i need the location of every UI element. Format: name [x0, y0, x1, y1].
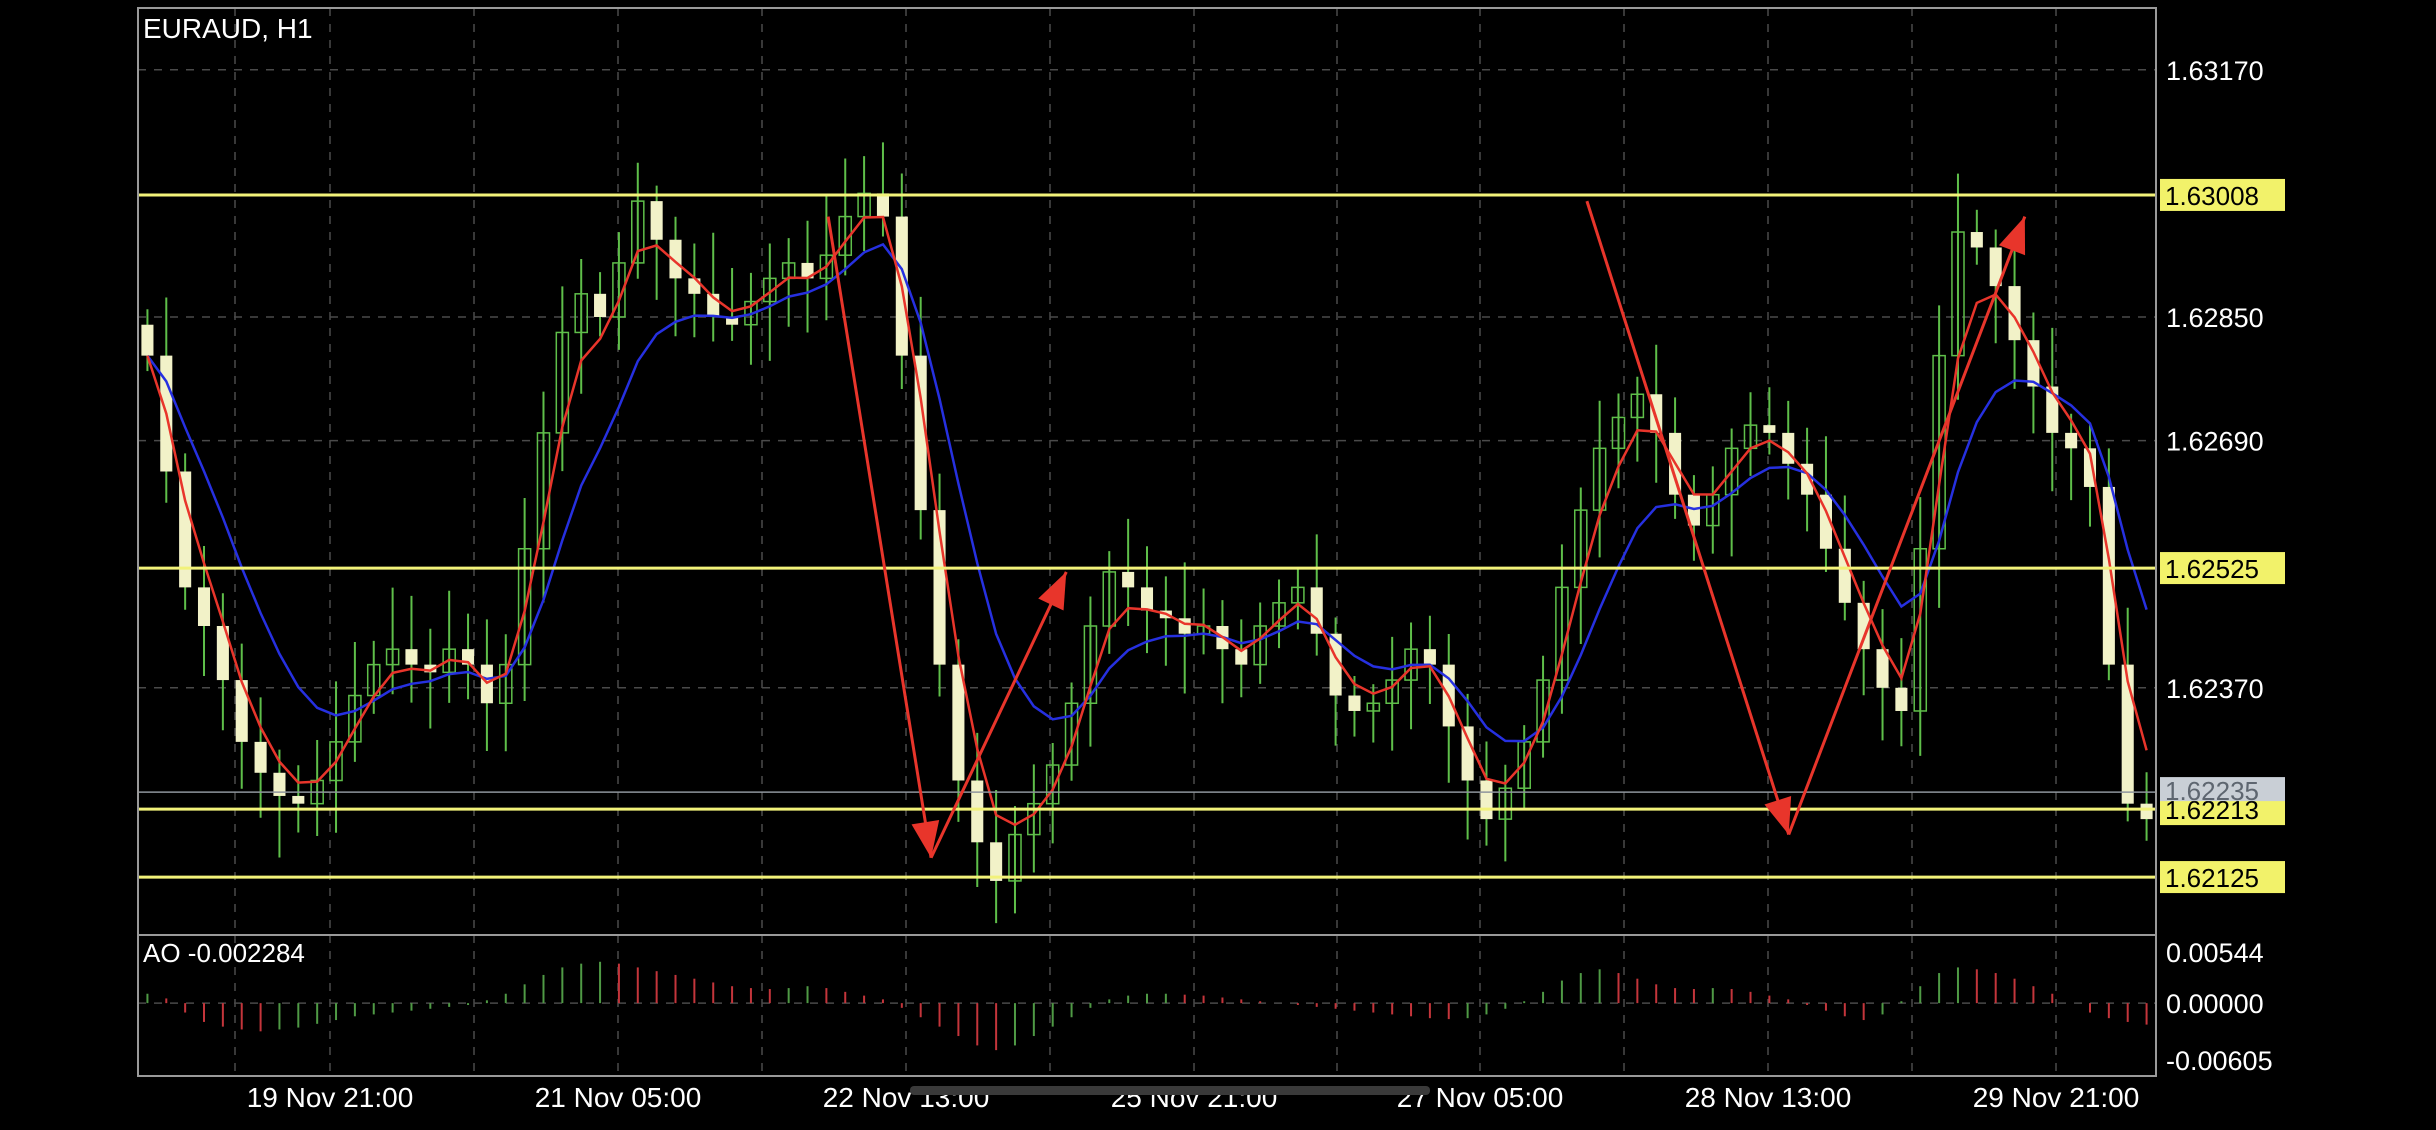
chart-canvas[interactable]: 1.630081.625251.622131.621251.62235 1.63… [0, 0, 2436, 1125]
trading-chart[interactable]: 1.63008 1.62525 1.62213 1.62125 1.62235 1.63… [0, 0, 2436, 1125]
candle-body-bear [1348, 695, 1361, 711]
level-label: 1.62525 [2165, 554, 2259, 584]
horizontal-scrollbar[interactable] [910, 1086, 1430, 1095]
candle-body-bear [1461, 726, 1474, 781]
candle-body-bear [1970, 232, 1983, 248]
candle-body-bear [405, 649, 418, 665]
time-axis-label: 21 Nov 05:00 [535, 1082, 702, 1113]
candle-body-bear [650, 201, 663, 240]
candle-body-bear [1480, 780, 1493, 820]
ao-tick-label: -0.00605 [2166, 1046, 2273, 1076]
candle-body-bear [594, 293, 607, 317]
candle-body-bear [292, 795, 305, 804]
ao-title: AO -0.002284 [143, 938, 305, 968]
candle-body-bear [197, 587, 211, 626]
candle-body-bear [179, 471, 192, 588]
ao-tick-label: 0.00544 [2166, 938, 2264, 968]
candle-body-bear [990, 842, 1003, 881]
candle-body-bear [1763, 425, 1776, 433]
candle-body-bear [876, 193, 889, 217]
price-tick-label: 1.63170 [2166, 56, 2264, 86]
chart-background [0, 0, 2436, 1125]
candle-body-bear [971, 780, 984, 843]
candle-body-bear [1140, 587, 1154, 611]
price-tick-label: 1.62690 [2166, 427, 2264, 457]
candle-body-bear [254, 741, 267, 773]
level-label: 1.63008 [2165, 181, 2259, 211]
candle-body-bear [1895, 687, 1908, 711]
time-axis-label: 19 Nov 21:00 [247, 1082, 414, 1113]
candle-body-bear [2140, 803, 2153, 820]
candle-body-bear [141, 324, 154, 356]
level-label: 1.62125 [2165, 863, 2259, 893]
current-price-label: 1.62235 [2165, 776, 2259, 806]
price-tick-label: 1.62850 [2166, 303, 2264, 333]
candle-body-bear [2065, 432, 2078, 449]
time-axis-label: 28 Nov 13:00 [1685, 1082, 1852, 1113]
ao-tick-label: 0.00000 [2166, 989, 2264, 1019]
time-axis-label: 29 Nov 21:00 [1973, 1082, 2140, 1113]
candle-body-bear [1122, 571, 1135, 588]
candle-body-bear [1423, 649, 1436, 665]
price-tick-label: 1.62370 [2166, 674, 2264, 704]
candle-body-bear [2102, 486, 2115, 665]
chart-title: EURAUD, H1 [143, 13, 313, 44]
